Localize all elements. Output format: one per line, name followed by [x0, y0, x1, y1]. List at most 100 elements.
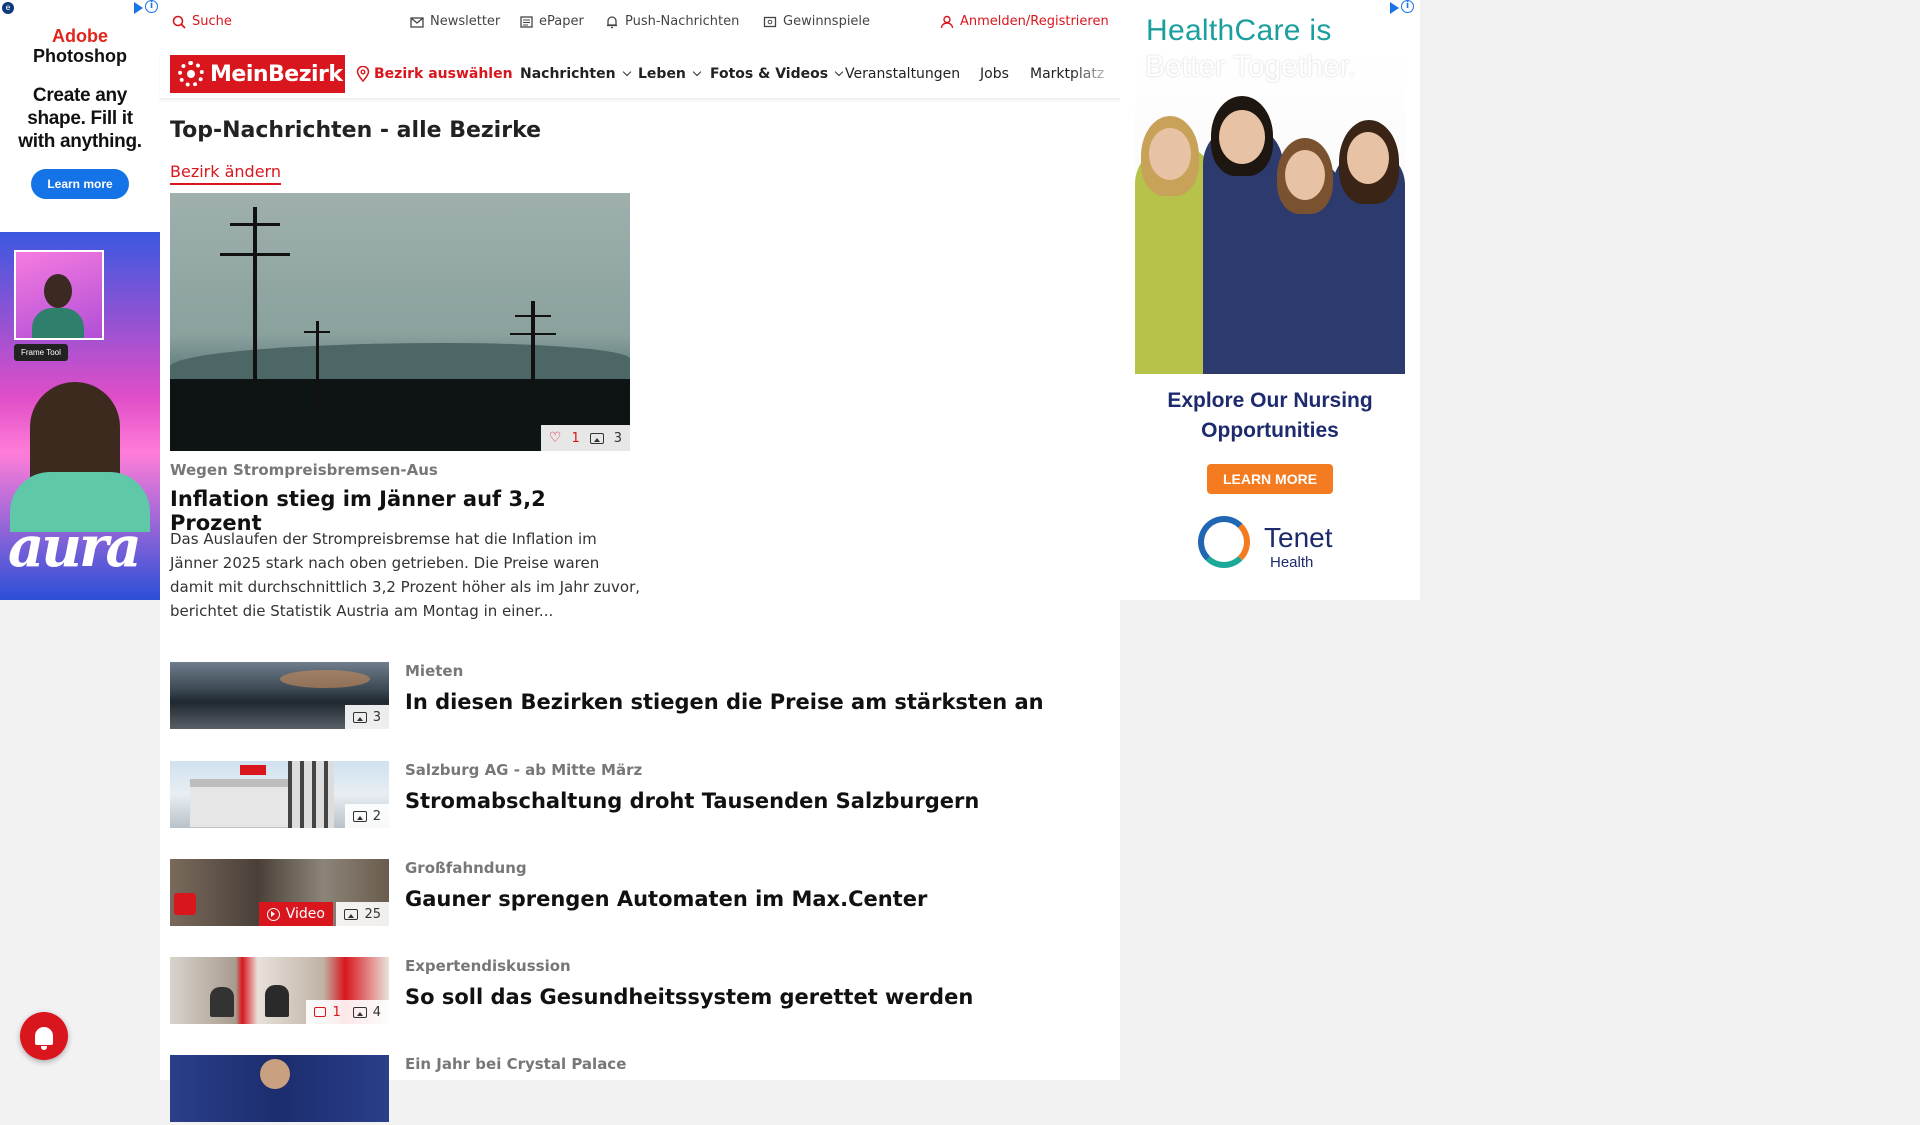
pole-crossbar [510, 333, 556, 335]
learn-more-button[interactable]: LEARN MORE [1207, 464, 1333, 494]
epaper-link[interactable]: ePaper [519, 14, 584, 29]
nav-events[interactable]: Veranstaltungen [845, 66, 960, 82]
utility-bar: Suche Newsletter ePaper Push-Nachrichten… [160, 0, 1120, 46]
article-title[interactable]: In diesen Bezirken stiegen die Preise am… [405, 690, 1044, 714]
list-item[interactable]: 3 Mieten In diesen Bezirken stiegen die … [170, 662, 1090, 732]
bell-icon [35, 1027, 53, 1050]
change-district-link[interactable]: Bezirk ändern [170, 162, 281, 185]
nurse-head-shape [1285, 150, 1325, 200]
thumbnail-stats: 25 [336, 902, 389, 926]
photoshop-wordmark: Photoshop [33, 46, 127, 66]
bell-outline-icon [607, 15, 617, 28]
adchoices-icon[interactable]: i [1390, 0, 1414, 14]
healthcare-headline: HealthCare is [1146, 14, 1332, 47]
flower-logo-icon [178, 61, 204, 87]
play-icon [266, 907, 280, 921]
article-kicker: Großfahndung [405, 859, 527, 877]
article-thumbnail[interactable]: 1 4 [170, 957, 389, 1024]
photoshop-ad-panel[interactable]: e i Adobe Photoshop Create any shape. Fi… [0, 0, 160, 232]
comment-count: 1 [332, 1004, 341, 1020]
user-icon [940, 15, 954, 28]
chevron-down-icon [622, 67, 631, 77]
article-kicker: Expertendiskussion [405, 957, 571, 975]
newsletter-link[interactable]: Newsletter [410, 14, 500, 29]
list-item[interactable]: 2 Salzburg AG - ab Mitte März Stromabsch… [170, 761, 1090, 831]
nurse-head-shape [1149, 128, 1191, 180]
heart-icon: ♡ [548, 430, 562, 446]
page-title: Top-Nachrichten - alle Bezirke [170, 118, 542, 143]
newspaper-icon [520, 15, 533, 28]
ticket-icon [763, 16, 777, 27]
pole-crossbar [304, 331, 330, 333]
ad-badge-icon: e [2, 2, 14, 14]
adchoices-icon[interactable]: i [134, 0, 158, 14]
nav-news-label: Nachrichten [520, 66, 616, 82]
chevron-down-icon [692, 67, 702, 77]
image-gallery-icon [352, 1006, 367, 1018]
health-wordmark: Health [1270, 554, 1314, 571]
pole-crossbar [230, 223, 280, 226]
healthcare-subheadline: Better Together. [1145, 50, 1357, 83]
comment-icon [314, 1007, 327, 1017]
power-pole [531, 301, 535, 411]
nav-jobs[interactable]: Jobs [980, 66, 1009, 82]
nav-life[interactable]: Leben [638, 66, 702, 82]
artwork-card-image [14, 250, 104, 340]
list-item[interactable]: Ein Jahr bei Crystal Palace [170, 1055, 1090, 1125]
search-label: Suche [192, 14, 232, 29]
login-link[interactable]: Anmelden/Registrieren [940, 14, 1109, 29]
article-title[interactable]: Stromabschaltung droht Tausenden Salzbur… [405, 789, 979, 813]
article-title[interactable]: So soll das Gesundheitssystem gerettet w… [405, 985, 973, 1009]
notification-bell-button[interactable] [20, 1012, 68, 1060]
left-advertisement[interactable]: e i Adobe Photoshop Create any shape. Fi… [0, 0, 161, 600]
meinbezirk-logo[interactable]: MeinBezirk [170, 55, 345, 93]
right-advertisement[interactable]: i HealthCare is Better Together. Explore… [1120, 0, 1420, 600]
image-gallery-icon [352, 810, 367, 822]
login-label: Anmelden/Registrieren [960, 14, 1109, 29]
video-label: Video [285, 906, 325, 922]
nav-news[interactable]: Nachrichten [520, 66, 631, 82]
photoshop-ad-artwork[interactable]: Frame Tool aura [0, 232, 160, 600]
pole-crossbar [515, 315, 551, 317]
district-select-link[interactable]: Bezirk auswählen [356, 66, 513, 82]
article-kicker: Ein Jahr bei Crystal Palace [405, 1055, 627, 1073]
nursing-opportunities-text: Explore Our Nursing Opportunities [1167, 389, 1373, 442]
nav-photos-videos[interactable]: Fotos & Videos [710, 66, 844, 82]
list-item[interactable]: Video 25 Großfahndung Gauner sprengen Au… [170, 859, 1090, 929]
push-label: Push-Nachrichten [625, 14, 740, 29]
lead-article-kicker: Wegen Strompreisbremsen-Aus [170, 461, 438, 479]
photoshop-tagline: Create any shape. Fill it with anything. [18, 85, 142, 152]
contests-link[interactable]: Gewinnspiele [763, 14, 870, 29]
lead-article-image[interactable]: ♡ 1 3 [170, 193, 630, 451]
district-select-label: Bezirk auswählen [374, 66, 513, 82]
power-pole [316, 321, 319, 411]
contests-label: Gewinnspiele [783, 14, 871, 29]
main-column: Suche Newsletter ePaper Push-Nachrichten… [160, 0, 1120, 1122]
search-link[interactable]: Suche [172, 14, 232, 29]
list-item[interactable]: 1 4 Expertendiskussion So soll das Gesun… [170, 957, 1090, 1027]
push-notifications-link[interactable]: Push-Nachrichten [605, 14, 739, 29]
nav-photos-videos-label: Fotos & Videos [710, 66, 829, 82]
video-badge: Video [258, 902, 333, 926]
chevron-down-icon [834, 67, 844, 77]
nav-fade-overlay [1070, 52, 1120, 98]
article-thumbnail[interactable] [170, 1055, 389, 1122]
learn-more-button[interactable]: Learn more [31, 169, 129, 199]
map-pin-icon [356, 66, 370, 82]
epaper-label: ePaper [539, 14, 584, 29]
tenet-ring-icon [1198, 516, 1250, 568]
thumbnail-stats: 1 4 [306, 1000, 389, 1024]
newsletter-label: Newsletter [430, 14, 501, 29]
aura-art-text: aura [8, 514, 142, 580]
article-title[interactable]: Gauner sprengen Automaten im Max.Center [405, 887, 927, 911]
hill-shape [170, 343, 630, 383]
photo-count: 4 [372, 1004, 381, 1020]
article-thumbnail[interactable]: 2 [170, 761, 389, 828]
article-thumbnail[interactable]: 3 [170, 662, 389, 729]
article-thumbnail[interactable]: Video 25 [170, 859, 389, 926]
main-navigation: MeinBezirk Bezirk auswählen Nachrichten … [160, 52, 1120, 99]
article-kicker: Salzburg AG - ab Mitte März [405, 761, 643, 779]
thumbnail-stats: 2 [344, 804, 389, 828]
pole-crossbar [220, 253, 290, 256]
photo-count: 2 [372, 808, 381, 824]
